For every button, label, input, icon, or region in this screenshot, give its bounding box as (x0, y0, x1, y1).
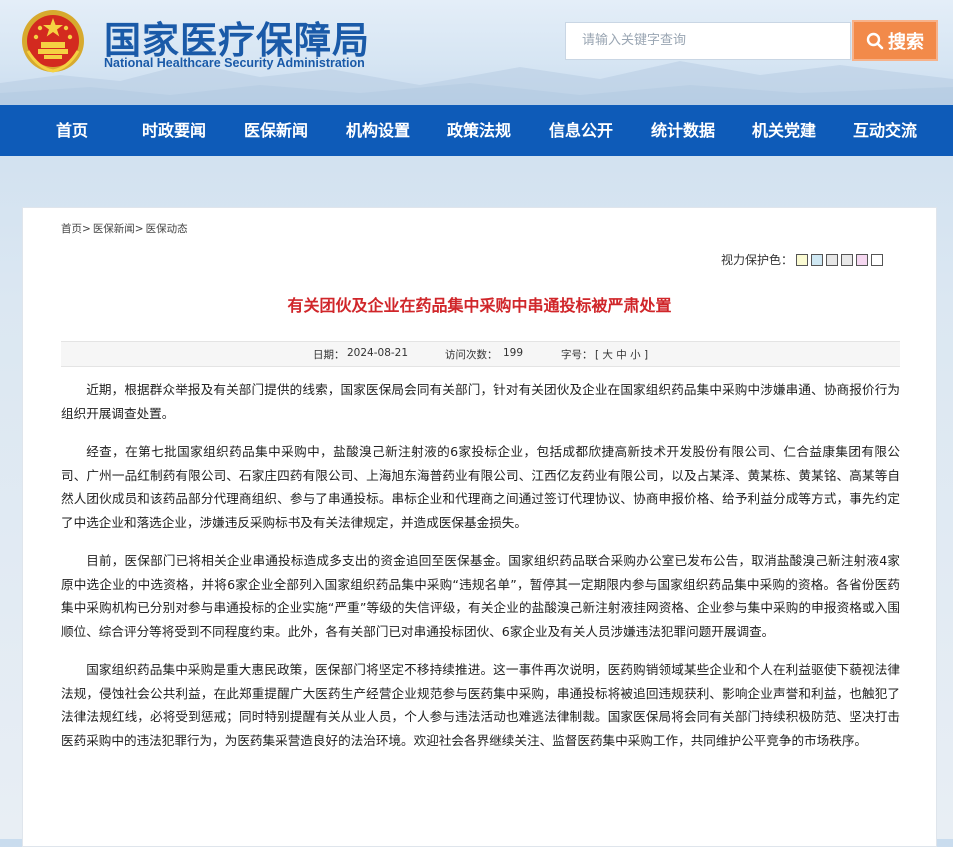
breadcrumb-home[interactable]: 首页> (61, 223, 91, 235)
article-meta: 日期： 2024-08-21 访问次数： 199 字号： [ 大 中 小 ] (61, 341, 900, 367)
vision-swatch-yellow[interactable] (796, 253, 809, 266)
vision-swatch-blue[interactable] (811, 253, 824, 266)
nav-item-statistics[interactable]: 统计数据 (651, 105, 715, 156)
site-title-english: National Healthcare Security Administrat… (104, 56, 365, 70)
article-paragraph: 近期，根据群众举报及有关部门提供的线索，国家医保局会同有关部门，针对有关团伙及企… (61, 382, 900, 421)
nav-item-organization[interactable]: 机构设置 (346, 105, 410, 156)
vision-swatch-light-gray[interactable] (841, 253, 854, 266)
search-button-label: 搜索 (888, 31, 924, 53)
nav-item-disclosure[interactable]: 信息公开 (549, 105, 613, 156)
search-button[interactable]: 搜索 (852, 20, 938, 61)
vision-protection-colors: 视力保护色： (721, 251, 884, 268)
vision-swatch-white[interactable] (871, 253, 884, 266)
vision-swatch-pink[interactable] (856, 253, 869, 266)
site-header: 国家医疗保障局 National Healthcare Security Adm… (0, 0, 953, 105)
nav-item-interaction[interactable]: 互动交流 (853, 105, 917, 156)
nav-item-policies[interactable]: 政策法规 (447, 105, 511, 156)
breadcrumb-news[interactable]: 医保新闻> (93, 223, 144, 235)
search-icon (866, 32, 884, 49)
article-panel: 首页> 医保新闻> 医保动态 视力保护色： 有关团伙及企业在药品集中采购中串通投标被… (22, 207, 937, 847)
article-body: 近期，根据群众举报及有关部门提供的线索，国家医保局会同有关部门，针对有关团伙及企… (61, 378, 900, 767)
nav-item-current-affairs[interactable]: 时政要闻 (142, 105, 206, 156)
nav-item-party-building[interactable]: 机关党建 (752, 105, 816, 156)
article-paragraph: 国家组织药品集中采购是重大惠民政策，医保部门将坚定不移持续推进。这一事件再次说明… (61, 662, 900, 748)
article-date: 2024-08-21 (347, 347, 409, 359)
main-nav: 首页 时政要闻 医保新闻 机构设置 政策法规 信息公开 统计数据 机关党建 互动… (0, 105, 953, 156)
visit-count: 199 (503, 347, 524, 359)
vision-swatch-gray[interactable] (826, 253, 839, 266)
font-size-options[interactable]: [ 大 中 小 ] (595, 347, 648, 362)
date-label: 日期： (313, 349, 345, 361)
visits-label: 访问次数： (445, 349, 498, 361)
breadcrumb-current[interactable]: 医保动态 (146, 223, 188, 235)
search-placeholder: 请输入关键字查询 (582, 33, 687, 48)
breadcrumb: 首页> 医保新闻> 医保动态 (61, 221, 190, 236)
font-size-label: 字号： (561, 349, 593, 361)
article-paragraph: 经查，在第七批国家组织药品集中采购中，盐酸溴己新注射液的6家投标企业，包括成都欣… (61, 444, 900, 530)
nav-item-healthcare-news[interactable]: 医保新闻 (244, 105, 308, 156)
nav-item-home[interactable]: 首页 (56, 105, 88, 156)
search-input[interactable]: 请输入关键字查询 (565, 22, 851, 60)
article-title: 有关团伙及企业在药品集中采购中串通投标被严肃处置 (287, 296, 672, 315)
vision-label: 视力保护色： (721, 253, 794, 267)
national-emblem-icon (22, 10, 84, 73)
article-paragraph: 目前，医保部门已将相关企业串通投标造成多支出的资金追回至医保基金。国家组织药品联… (61, 553, 900, 639)
